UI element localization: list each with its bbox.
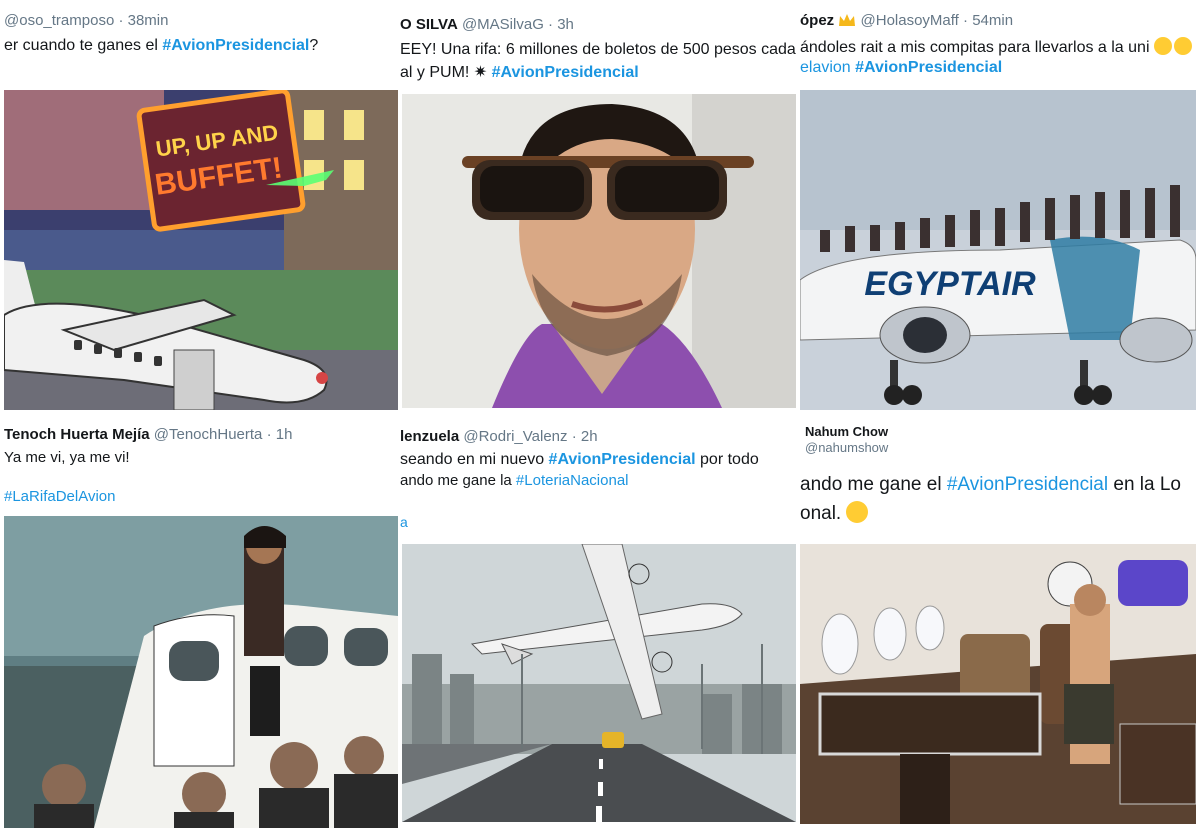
laughing-emoji-icon bbox=[1153, 37, 1172, 55]
tweet-text-part[interactable]: a bbox=[400, 514, 408, 530]
hashtag-link[interactable]: #AvionPresidencial bbox=[549, 451, 696, 468]
egyptair-plane-image[interactable]: EGYPTAIR bbox=[800, 90, 1196, 410]
tweet-time[interactable]: 38min bbox=[128, 12, 169, 29]
tweet-text-part: seando en mi nuevo bbox=[400, 451, 549, 468]
tweet-card-2[interactable]: O SILVA @MASilvaG · 3h EEY! Una rifa: 6 … bbox=[400, 0, 798, 412]
man-sunglasses-image[interactable] bbox=[402, 94, 796, 408]
separator: · bbox=[571, 428, 577, 445]
separator: · bbox=[266, 426, 272, 443]
tweet-meta: @oso_tramposo · 38min bbox=[4, 12, 168, 29]
tweet-text: a bbox=[400, 514, 408, 530]
tweet-text-part: ándoles rait a mis compitas para llevarl… bbox=[800, 39, 1150, 56]
tweet-time[interactable]: 54min bbox=[972, 12, 1013, 29]
plane-crash-highway-photo[interactable] bbox=[402, 544, 796, 822]
plane-cabin-photo[interactable] bbox=[800, 544, 1196, 824]
tweet-text-part: por todo bbox=[695, 451, 759, 468]
tweet-text: al y PUM! ✷ #AvionPresidencial bbox=[400, 62, 639, 82]
hashtag-link[interactable]: #AvionPresidencial bbox=[947, 474, 1108, 495]
hashtag-link[interactable]: #LaRifaDelAvion bbox=[4, 488, 115, 505]
tweet-author-name[interactable]: O SILVA bbox=[400, 16, 458, 33]
tweet-handle[interactable]: @HolasoyMaff bbox=[861, 12, 959, 29]
tweet-card-1[interactable]: @oso_tramposo · 38min er cuando te ganes… bbox=[0, 0, 398, 412]
tweet-text-part: al y PUM! ✷ bbox=[400, 64, 492, 81]
tweet-meta: lenzuela @Rodri_Valenz · 2h bbox=[400, 428, 598, 445]
separator: · bbox=[548, 16, 554, 33]
tweet-text: Ya me vi, ya me vi! bbox=[4, 449, 130, 466]
tweet-handle[interactable]: @MASilvaG bbox=[462, 16, 544, 33]
tweet-card-6[interactable]: Nahum Chow @nahumshow ando me gane el #A… bbox=[800, 414, 1200, 828]
tweet-time[interactable]: 1h bbox=[276, 426, 293, 443]
hashtag-link[interactable]: #AvionPresidencial bbox=[492, 64, 639, 81]
tweet-text: ando me gane el #AvionPresidencial en la… bbox=[800, 474, 1181, 496]
tweet-meta: O SILVA @MASilvaG · 3h bbox=[400, 16, 574, 33]
tweet-meta: Tenoch Huerta Mejía @TenochHuerta · 1h bbox=[4, 426, 292, 443]
tweet-text: EEY! Una rifa: 6 millones de boletos de … bbox=[400, 41, 796, 58]
tweet-author-name[interactable]: lenzuela bbox=[400, 428, 459, 445]
tweet-text-part: ando me gane el bbox=[800, 474, 947, 495]
hashtag-link[interactable]: #AvionPresidencial bbox=[162, 37, 309, 54]
tweet-text-part: ando me gane la bbox=[400, 472, 516, 489]
tweet-handle[interactable]: @TenochHuerta bbox=[154, 426, 263, 443]
tweet-text-part: er cuando te ganes el bbox=[4, 37, 163, 54]
private-jet-photo[interactable] bbox=[4, 516, 398, 828]
tweet-handle[interactable]: @oso_tramposo bbox=[4, 12, 114, 29]
tweet-meta: ópez @HolasoyMaff · 54min bbox=[800, 12, 1013, 29]
tweet-author-name[interactable]: Tenoch Huerta Mejía bbox=[4, 426, 150, 443]
tweet-author-name[interactable]: Nahum Chow bbox=[805, 424, 888, 439]
tweet-text: ándoles rait a mis compitas para llevarl… bbox=[800, 37, 1192, 57]
separator: · bbox=[118, 12, 124, 29]
tweet-handle[interactable]: @Rodri_Valenz bbox=[463, 428, 567, 445]
hashtag-link[interactable]: elavion bbox=[800, 59, 855, 76]
tweet-card-4[interactable]: Tenoch Huerta Mejía @TenochHuerta · 1h Y… bbox=[0, 414, 398, 828]
tweet-text: er cuando te ganes el #AvionPresidencial… bbox=[4, 37, 318, 55]
tweet-meta: Nahum Chow @nahumshow bbox=[805, 424, 888, 455]
airline-text: EGYPTAIR bbox=[864, 265, 1036, 303]
laughing-emoji-icon bbox=[1173, 37, 1192, 55]
star-eyes-emoji-icon bbox=[846, 501, 869, 523]
tweet-text-part: onal. bbox=[800, 503, 842, 524]
cartoon-plane-image[interactable]: UP, UP AND BUFFET! bbox=[4, 90, 398, 410]
tweet-time[interactable]: 2h bbox=[581, 428, 598, 445]
tweet-card-3[interactable]: ópez @HolasoyMaff · 54min ándoles rait a… bbox=[800, 0, 1200, 412]
tweet-text-part: en la Lo bbox=[1108, 474, 1181, 495]
crown-icon bbox=[838, 13, 856, 27]
tweet-text: elavion #AvionPresidencial bbox=[800, 59, 1002, 77]
tweet-author-name[interactable]: ópez bbox=[800, 12, 834, 29]
tweet-handle[interactable]: @nahumshow bbox=[805, 440, 888, 455]
tweet-text-part: ? bbox=[309, 37, 319, 54]
tweet-card-5[interactable]: lenzuela @Rodri_Valenz · 2h seando en mi… bbox=[400, 414, 798, 828]
tweet-text: onal. bbox=[800, 501, 869, 525]
tweet-text: #LaRifaDelAvion bbox=[4, 488, 115, 505]
tweet-time[interactable]: 3h bbox=[557, 16, 574, 33]
tweet-text: seando en mi nuevo #AvionPresidencial po… bbox=[400, 451, 759, 469]
tweet-text: ando me gane la #LoteriaNacional bbox=[400, 472, 629, 489]
hashtag-link[interactable]: #LoteriaNacional bbox=[516, 472, 629, 489]
hashtag-link[interactable]: #AvionPresidencial bbox=[855, 59, 1002, 76]
separator: · bbox=[963, 12, 969, 29]
